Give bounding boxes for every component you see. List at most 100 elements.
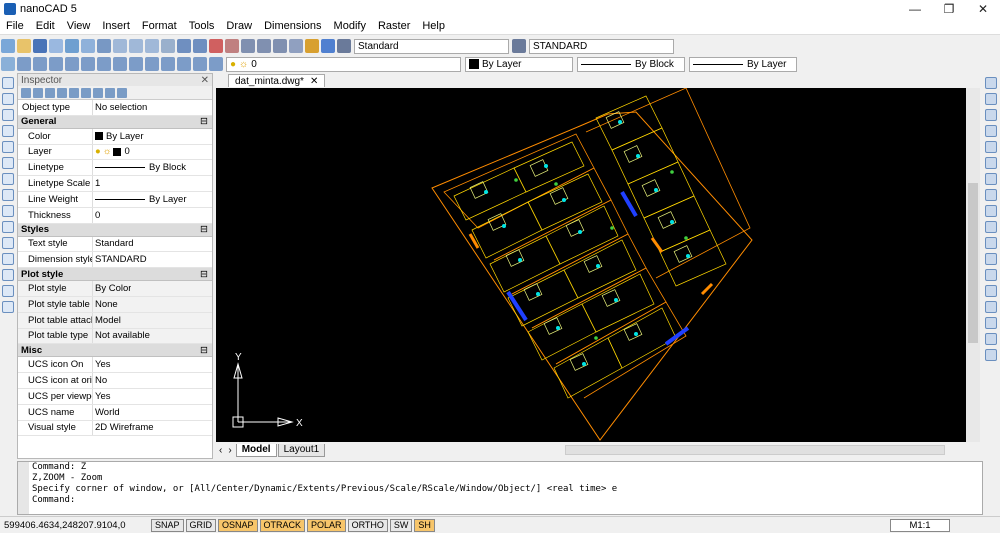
array-icon[interactable] (161, 57, 175, 71)
add-icon[interactable] (21, 87, 31, 98)
linetype-combo[interactable]: By Block (577, 56, 685, 72)
layer-manager-icon[interactable] (1, 57, 15, 71)
scroll-thumb[interactable] (968, 183, 978, 343)
prop-row[interactable]: Plot style table None (18, 296, 212, 313)
lineweight-combo[interactable]: By Layer (689, 56, 797, 72)
document-tab[interactable]: dat_minta.dwg* ✕ (228, 74, 326, 87)
prop-row[interactable]: UCS name World (18, 404, 212, 421)
rotate-icon[interactable] (49, 57, 63, 71)
prop-row[interactable]: UCS per viewportYes (18, 388, 212, 405)
rectangle-tool-icon[interactable] (2, 125, 14, 137)
prop-row[interactable]: Text style Standard (18, 236, 212, 253)
layer-combo[interactable]: ● ☼ 0 (226, 56, 461, 72)
menu-file[interactable]: File (0, 20, 30, 32)
pin-icon[interactable] (93, 87, 103, 98)
ellipse-tool-icon[interactable] (2, 189, 14, 201)
properties-tool-icon[interactable] (985, 333, 997, 345)
section-plot-style[interactable]: Plot style ⊟ (18, 268, 212, 282)
prop-row[interactable]: Plot table type Not available (18, 328, 212, 345)
table-tool-icon[interactable] (2, 269, 14, 281)
zoom-realtime-icon[interactable] (257, 39, 271, 53)
join-tool-icon[interactable] (985, 317, 997, 329)
grid-toggle[interactable]: GRID (185, 518, 217, 532)
menu-insert[interactable]: Insert (96, 20, 136, 32)
prop-row[interactable]: Dimension style STANDARD (18, 252, 212, 269)
point-tool-icon[interactable] (2, 221, 14, 233)
tab-layout1[interactable]: Layout1 (277, 443, 326, 457)
sh-toggle[interactable]: SH (414, 518, 435, 532)
sw-toggle[interactable]: SW (389, 518, 413, 532)
otrack-toggle[interactable]: OTRACK (259, 518, 306, 532)
copy-tool-icon[interactable] (985, 93, 997, 105)
save-as-icon[interactable] (49, 39, 63, 53)
prop-row[interactable]: Plot style By Color (18, 281, 212, 297)
menu-format[interactable]: Format (136, 20, 183, 32)
region-tool-icon[interactable] (2, 253, 14, 265)
match-properties-icon[interactable] (161, 39, 175, 53)
menu-dimensions[interactable]: Dimensions (258, 20, 327, 32)
prop-row[interactable]: Plot table attach...Model (18, 312, 212, 329)
select-objects-icon[interactable] (45, 87, 55, 98)
menu-edit[interactable]: Edit (30, 20, 61, 32)
section-styles[interactable]: Styles ⊟ (18, 223, 212, 237)
annotation-scale[interactable]: M1:1 (890, 518, 950, 532)
mtext-tool-icon[interactable] (2, 285, 14, 297)
prop-row[interactable]: Line Weight By Layer (18, 191, 212, 208)
ortho-toggle[interactable]: ORTHO (347, 518, 388, 532)
offset-icon[interactable] (97, 57, 111, 71)
vertical-scrollbar[interactable] (966, 88, 980, 442)
fillet-icon[interactable] (145, 57, 159, 71)
distance-icon[interactable] (289, 39, 303, 53)
menu-raster[interactable]: Raster (372, 20, 416, 32)
fillet-tool-icon[interactable] (985, 285, 997, 297)
color-combo[interactable]: By Layer (465, 56, 573, 72)
close-tab-icon[interactable]: ✕ (310, 76, 318, 87)
polyline-tool-icon[interactable] (2, 93, 14, 105)
command-window[interactable]: Command: Z Z,ZOOM - Zoom Specify corner … (17, 461, 983, 515)
tab-prev-icon[interactable]: ‹ (216, 445, 225, 456)
stretch-tool-icon[interactable] (985, 205, 997, 217)
menu-help[interactable]: Help (416, 20, 451, 32)
drawing-canvas[interactable]: Y X (216, 88, 966, 442)
line-tool-icon[interactable] (2, 77, 14, 89)
collapse-icon[interactable]: ⊟ (200, 224, 208, 235)
trim-tool-icon[interactable] (985, 221, 997, 233)
print-icon[interactable] (65, 39, 79, 53)
dim-style-combo[interactable]: STANDARD (529, 38, 674, 54)
chamfer-tool-icon[interactable] (985, 269, 997, 281)
menu-tools[interactable]: Tools (183, 20, 221, 32)
minimize-button[interactable]: — (898, 2, 932, 16)
maximize-button[interactable]: ❐ (932, 2, 966, 16)
extend-tool-icon[interactable] (985, 237, 997, 249)
prop-row[interactable]: Thickness 0 (18, 207, 212, 224)
scale-tool-icon[interactable] (985, 189, 997, 201)
move-tool-icon[interactable] (985, 157, 997, 169)
prop-row[interactable]: Layer ● ☼ 0 (18, 144, 212, 161)
insert-block-icon[interactable] (2, 205, 14, 217)
erase-tool-icon[interactable] (985, 77, 997, 89)
publish-icon[interactable] (97, 39, 111, 53)
inspector-close-icon[interactable]: ✕ (201, 75, 209, 86)
new-file-icon[interactable] (1, 39, 15, 53)
menu-modify[interactable]: Modify (328, 20, 372, 32)
block-icon[interactable] (177, 57, 191, 71)
circle-tool-icon[interactable] (2, 157, 14, 169)
prop-row[interactable]: Color By Layer (18, 128, 212, 145)
tab-next-icon[interactable]: › (225, 445, 234, 456)
sort-icon[interactable] (33, 87, 43, 98)
text-style-combo[interactable]: Standard (354, 38, 509, 54)
prop-row[interactable]: Linetype Scale 1 (18, 176, 212, 192)
move-icon[interactable] (33, 57, 47, 71)
command-window-grip[interactable] (18, 462, 29, 514)
polygon-tool-icon[interactable] (2, 109, 14, 121)
text-tool-icon[interactable] (2, 301, 14, 313)
filter-icon[interactable] (81, 87, 91, 98)
print-preview-icon[interactable] (81, 39, 95, 53)
tab-model[interactable]: Model (235, 443, 277, 457)
prop-row[interactable]: Linetype By Block (18, 160, 212, 177)
mirror-tool-icon[interactable] (985, 109, 997, 121)
object-type-value[interactable]: No selection (93, 102, 147, 113)
rotate-tool-icon[interactable] (985, 173, 997, 185)
zoom-window-icon[interactable] (241, 39, 255, 53)
mirror-icon[interactable] (81, 57, 95, 71)
